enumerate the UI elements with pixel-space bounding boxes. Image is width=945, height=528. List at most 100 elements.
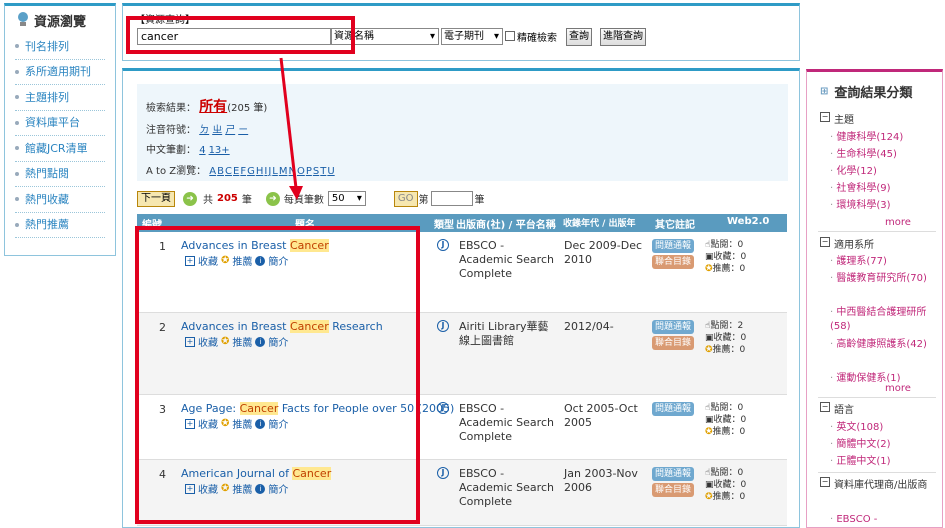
dropdown-arrow-icon: ▾ (493, 31, 499, 42)
advanced-search-button[interactable]: 進階查詢 (600, 28, 646, 46)
folder-icon: ▣ (705, 480, 714, 490)
report-problem-button[interactable]: 問題通報 (652, 239, 695, 253)
zhuyin-link[interactable]: ㄓ (212, 125, 222, 136)
nav-item-title-order[interactable]: 刊名排列 (15, 34, 105, 60)
facet-item[interactable]: 社會科學(9) (830, 182, 934, 196)
az-link[interactable]: L (272, 166, 278, 177)
nav-item-popular-clicks[interactable]: 熱門點閱 (15, 162, 105, 187)
facet-item[interactable]: 生命科學(45) (830, 148, 934, 162)
results-summary: 檢索結果： 所有(205 筆) (146, 99, 268, 115)
collapse-icon: − (820, 237, 830, 247)
az-link[interactable]: S (313, 166, 319, 177)
collapse-icon: − (820, 402, 830, 412)
nav-item-database-platform[interactable]: 資料庫平台 (15, 111, 105, 136)
facet-more-link[interactable]: more (885, 383, 911, 394)
scope-all-link[interactable]: 所有 (199, 99, 227, 115)
az-link[interactable]: P (306, 166, 312, 177)
report-problem-button[interactable]: 問題通報 (652, 467, 695, 481)
folder-icon: ▣ (705, 333, 714, 343)
zhuyin-row: 注音符號： ㄉㄓㄕㄧ (146, 125, 249, 136)
az-link[interactable]: F (240, 166, 246, 177)
az-link[interactable]: C (225, 166, 232, 177)
zhuyin-link[interactable]: ㄉ (199, 125, 209, 136)
az-link[interactable]: U (327, 166, 334, 177)
highlight-box-results (135, 226, 420, 524)
facet-item[interactable]: 醫護教育研究所(70) (830, 272, 934, 286)
facet-item[interactable]: 正體中文(1) (830, 455, 934, 469)
exact-search-checkbox[interactable] (505, 31, 515, 41)
facet-section-header[interactable]: − 適用系所 (820, 237, 938, 254)
coverage-years: Oct 2005-Oct 2005 (564, 402, 638, 429)
union-catalog-button[interactable]: 聯合目錄 (652, 336, 695, 350)
report-problem-button[interactable]: 問題通報 (652, 402, 695, 416)
union-catalog-button[interactable]: 聯合目錄 (652, 255, 695, 269)
az-link[interactable]: H (256, 166, 264, 177)
facet-item[interactable]: 中西醫結合護理研所(58) (830, 306, 934, 334)
az-link[interactable]: B (217, 166, 224, 177)
facet-divider (818, 397, 936, 398)
nav-item-dept-journals[interactable]: 系所適用期刊 (15, 60, 105, 85)
folder-icon: ▣ (705, 252, 714, 262)
journal-type-icon: J (437, 239, 449, 251)
coverage-years: Dec 2009-Dec 2010 (564, 239, 643, 266)
az-link[interactable]: I (264, 166, 267, 177)
stroke-link[interactable]: 4 (199, 145, 205, 156)
facet-item[interactable]: 化學(12) (830, 165, 934, 179)
web2-stats: ☝點閱：0 ▣收藏：0 ✪推薦：0 (705, 403, 747, 437)
az-link[interactable]: T (320, 166, 326, 177)
nav-item-popular-collects[interactable]: 熱門收藏 (15, 187, 105, 213)
az-link[interactable]: A (209, 166, 216, 177)
az-link[interactable]: E (233, 166, 239, 177)
az-link[interactable]: N (288, 166, 295, 177)
star-icon: ✪ (705, 492, 713, 502)
facet-item[interactable]: 健康科學(124) (830, 131, 934, 145)
facet-section-header[interactable]: − 語言 (820, 402, 938, 419)
tree-icon: ⊞ (820, 86, 829, 97)
folder-icon: ▣ (705, 415, 714, 425)
zhuyin-link[interactable]: ㄕ (225, 125, 235, 136)
next-page-button[interactable]: 下一頁 (137, 190, 175, 207)
report-problem-button[interactable]: 問題通報 (652, 320, 695, 334)
facet-section-header[interactable]: − 主題 (820, 112, 938, 129)
pager: 下一頁 ➜ 共 205 筆 ➜ 每頁筆數 50 ▾ GO 第 筆 (137, 190, 485, 207)
nav-item-jcr-list[interactable]: 館藏JCR清單 (15, 136, 105, 162)
per-page-select[interactable]: 50 ▾ (327, 191, 366, 206)
az-row: A to Z瀏覽： ABCEFGHIJLMNOPSTU (146, 166, 335, 177)
collapse-icon: − (820, 477, 830, 487)
facet-item[interactable]: 運動保健系(1) (830, 372, 934, 386)
bullet-icon (15, 222, 19, 227)
bullet-icon (15, 171, 19, 176)
journal-type-icon: J (437, 467, 449, 479)
facet-item[interactable]: 環境科學(3) (830, 199, 934, 213)
web2-stats: ☝點閱：0 ▣收藏：0 ✪推薦：0 (705, 240, 747, 274)
facet-item[interactable]: 高齡健康照護系(42) (830, 338, 934, 352)
search-button[interactable]: 查詢 (566, 28, 592, 46)
go-button[interactable]: GO (393, 190, 418, 207)
facet-section-header[interactable]: − 資料庫代理商/出版商 (820, 477, 938, 494)
az-link[interactable]: J (268, 166, 271, 177)
coverage-years: Jan 2003-Nov 2006 (564, 467, 638, 494)
bullet-icon (15, 44, 19, 49)
bullet-icon (15, 146, 19, 151)
facet-item[interactable]: 簡體中文(2) (830, 438, 934, 452)
az-link[interactable]: G (247, 166, 255, 177)
star-icon: ✪ (705, 345, 713, 355)
facet-item[interactable]: 護理系(77) (830, 255, 934, 269)
union-catalog-button[interactable]: 聯合目錄 (652, 483, 695, 497)
az-links: ABCEFGHIJLMNOPSTU (209, 166, 335, 177)
zhuyin-link[interactable]: ㄧ (238, 125, 248, 136)
stroke-link[interactable]: 13+ (209, 145, 230, 156)
page-input[interactable] (430, 191, 473, 206)
facet-item[interactable]: EBSCO - (830, 513, 934, 527)
type-select[interactable]: 電子期刊 ▾ (441, 28, 503, 45)
nav-item-subject-order[interactable]: 主題排列 (15, 85, 105, 111)
coverage-years: 2012/04- (564, 320, 614, 333)
facet-item[interactable]: 英文(108) (830, 421, 934, 435)
az-link[interactable]: M (279, 166, 288, 177)
total-count: 205 (217, 193, 238, 204)
publisher: EBSCO - Academic Search Complete (459, 239, 554, 280)
az-link[interactable]: O (297, 166, 305, 177)
facet-more-link[interactable]: more (885, 217, 911, 228)
publisher: Airiti Library華藝線上圖書館 (459, 320, 549, 347)
nav-item-popular-recommends[interactable]: 熱門推薦 (15, 213, 105, 238)
